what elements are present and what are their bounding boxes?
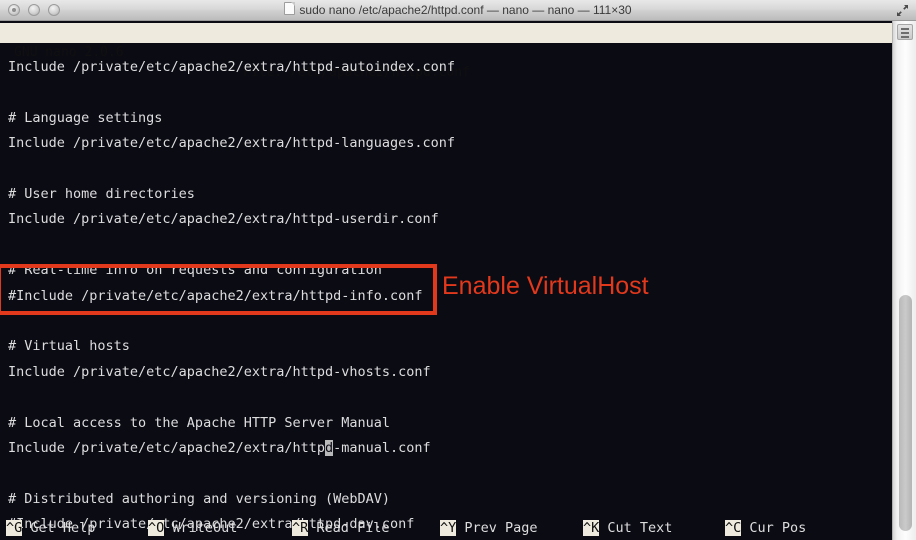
- fullscreen-arrows-icon[interactable]: [896, 4, 909, 17]
- shortcut-key: ^Y: [440, 520, 457, 536]
- shortcut-key: ^G: [6, 520, 23, 536]
- scrollbar-thumb[interactable]: [899, 295, 912, 532]
- shortcut-item[interactable]: ^R Read File: [292, 517, 390, 539]
- editor-line-text: Include /private/etc/apache2/extra/http: [8, 440, 325, 457]
- shortcut-item[interactable]: ^O WriteOut: [148, 517, 237, 539]
- editor-line: # Real-time info on requests and configu…: [8, 262, 382, 279]
- editor-line: # Language settings: [8, 109, 163, 126]
- shortcut-label: WriteOut: [164, 520, 238, 536]
- shortcut-item[interactable]: ^Y Prev Page: [440, 517, 538, 539]
- editor-line: # User home directories: [8, 186, 195, 203]
- terminal-content[interactable]: GNU nano 2.0.6 File: /etc/apache2/httpd.…: [0, 21, 892, 540]
- window-title-text: sudo nano /etc/apache2/httpd.conf — nano…: [299, 3, 632, 17]
- editor-line-text: -manual.conf: [333, 440, 431, 457]
- window-title: sudo nano /etc/apache2/httpd.conf — nano…: [0, 0, 916, 21]
- editor-text[interactable]: Include /private/etc/apache2/extra/httpd…: [8, 55, 455, 540]
- shortcut-item[interactable]: ^C Cur Pos: [725, 517, 806, 539]
- shortcut-label: Get Help: [22, 520, 96, 536]
- document-icon: [284, 2, 296, 15]
- shortcut-item[interactable]: ^G Get Help: [6, 517, 95, 539]
- shortcut-key: ^O: [148, 520, 165, 536]
- shortcut-row-top: ^G Get Help ^O WriteOut ^R Read File ^Y Pre…: [0, 517, 892, 539]
- shortcut-key: ^C: [725, 520, 742, 536]
- text-cursor: d: [324, 440, 334, 457]
- editor-line: #Include /private/etc/apache2/extra/http…: [8, 287, 423, 304]
- window-titlebar: sudo nano /etc/apache2/httpd.conf — nano…: [0, 0, 916, 21]
- editor-line: # Distributed authoring and versioning (…: [8, 490, 391, 507]
- editor-line: Include /private/etc/apache2/extra/httpd…: [8, 59, 456, 75]
- editor-line: # Virtual hosts: [8, 338, 130, 355]
- shortcut-label: Cut Text: [599, 520, 673, 536]
- editor-line: # Local access to the Apache HTTP Server…: [8, 414, 391, 431]
- terminal-window: sudo nano /etc/apache2/httpd.conf — nano…: [0, 0, 916, 540]
- shortcut-key: ^K: [583, 520, 600, 536]
- nano-shortcut-bar: ^G Get Help ^O WriteOut ^R Read File ^Y Pre…: [0, 517, 892, 540]
- annotation-label: Enable VirtualHost: [442, 272, 649, 300]
- scrollbar-updown-icon[interactable]: [897, 24, 913, 40]
- shortcut-key: ^R: [292, 520, 309, 536]
- shortcut-item[interactable]: ^K Cut Text: [583, 517, 672, 539]
- editor-line: Include /private/etc/apache2/extra/httpd…: [8, 135, 456, 152]
- shortcut-label: Prev Page: [456, 520, 538, 536]
- editor-line: Include /private/etc/apache2/extra/httpd…: [8, 363, 431, 380]
- editor-line: Include /private/etc/apache2/extra/httpd…: [8, 436, 455, 461]
- shortcut-label: Read File: [308, 520, 390, 536]
- vertical-scrollbar[interactable]: [892, 21, 916, 540]
- nano-header-bar: GNU nano 2.0.6 File: /etc/apache2/httpd.…: [0, 23, 892, 80]
- editor-line: Include /private/etc/apache2/extra/httpd…: [8, 211, 439, 228]
- shortcut-label: Cur Pos: [741, 520, 807, 536]
